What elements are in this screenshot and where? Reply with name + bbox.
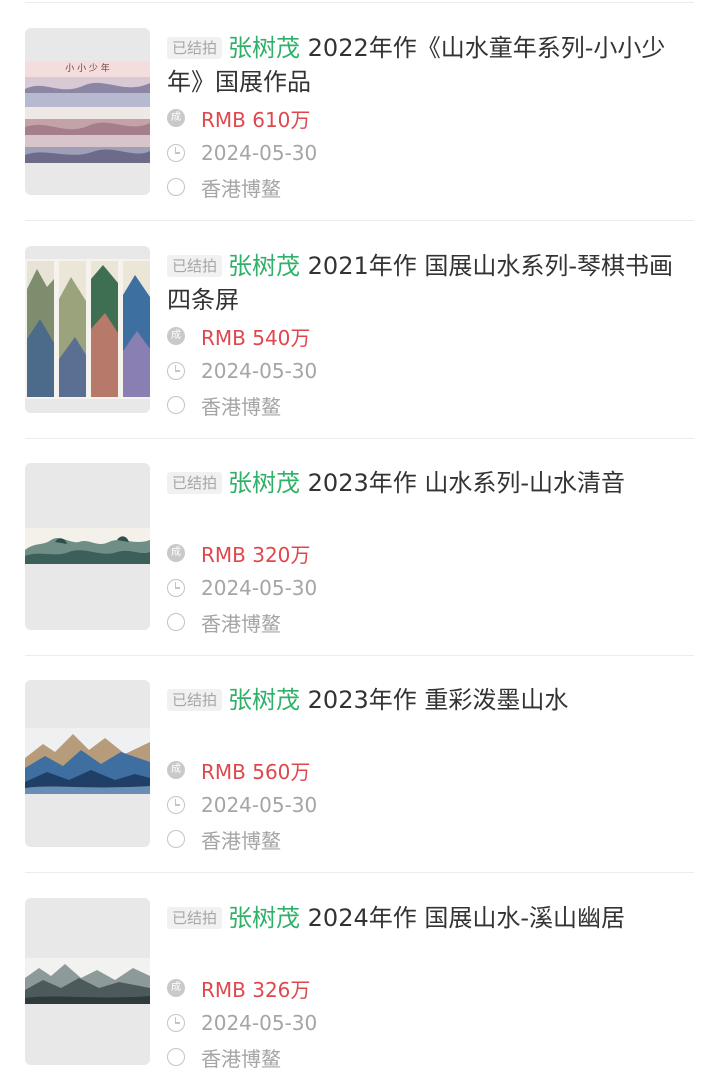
artwork-image	[25, 728, 150, 794]
clock-icon	[167, 144, 185, 162]
location-value: 香港博鳌	[201, 611, 281, 636]
item-title[interactable]: 已结拍 张树茂 2023年作 重彩泼墨山水	[167, 683, 694, 751]
artwork-image	[25, 528, 150, 564]
artwork-caption: 小 小 少 年	[65, 64, 110, 74]
artwork-image	[25, 61, 150, 163]
date-value: 2024-05-30	[201, 1011, 318, 1035]
item-info: 已结拍 张树茂 2023年作 山水系列-山水清音 成 RMB 320万 2024-…	[167, 466, 694, 636]
list-item[interactable]: 小 小 少 年 已结拍 张树茂 2022年作《山水童年系列-小小少年》国展作品 成…	[25, 3, 694, 221]
location-icon	[167, 830, 185, 848]
date-row: 2024-05-30	[167, 788, 317, 822]
location-row: 香港博鳌	[167, 822, 281, 856]
location-value: 香港博鳌	[201, 828, 281, 853]
status-badge: 已结拍	[167, 37, 223, 59]
clock-icon	[167, 579, 185, 597]
item-title[interactable]: 已结拍 张树茂 2023年作 山水系列-山水清音	[167, 466, 694, 534]
deal-icon: 成	[167, 327, 185, 345]
artist-name: 张树茂	[228, 469, 301, 497]
artwork-image	[25, 259, 150, 399]
artwork-title: 2023年作 重彩泼墨山水	[307, 686, 569, 714]
price-value: RMB 610万	[201, 107, 311, 132]
price-value: RMB 320万	[201, 542, 311, 567]
price-row: 成 RMB 326万	[167, 971, 310, 1005]
item-title[interactable]: 已结拍 张树茂 2022年作《山水童年系列-小小少年》国展作品	[167, 31, 694, 99]
date-row: 2024-05-30	[167, 571, 317, 605]
date-row: 2024-05-30	[167, 354, 317, 388]
location-value: 香港博鳌	[201, 176, 281, 201]
list-item[interactable]: 已结拍 张树茂 2023年作 重彩泼墨山水 成 RMB 560万 2024-05-…	[25, 655, 694, 873]
artist-name: 张树茂	[228, 686, 301, 714]
location-row: 香港博鳌	[167, 170, 281, 204]
item-info: 已结拍 张树茂 2022年作《山水童年系列-小小少年》国展作品 成 RMB 610…	[167, 31, 694, 201]
location-icon	[167, 178, 185, 196]
status-badge: 已结拍	[167, 472, 223, 494]
artist-name: 张树茂	[228, 252, 301, 280]
item-info: 已结拍 张树茂 2023年作 重彩泼墨山水 成 RMB 560万 2024-05-…	[167, 683, 694, 853]
item-info: 已结拍 张树茂 2021年作 国展山水系列-琴棋书画四条屏 成 RMB 540万 …	[167, 249, 694, 419]
artwork-image	[25, 958, 150, 1004]
deal-icon: 成	[167, 109, 185, 127]
artwork-thumbnail[interactable]: 小 小 少 年	[25, 28, 150, 195]
location-value: 香港博鳌	[201, 394, 281, 419]
location-row: 香港博鳌	[167, 605, 281, 639]
artist-name: 张树茂	[228, 34, 301, 62]
price-row: 成 RMB 540万	[167, 319, 310, 353]
price-row: 成 RMB 560万	[167, 753, 310, 787]
date-row: 2024-05-30	[167, 1006, 317, 1040]
list-item[interactable]: 已结拍 张树茂 2024年作 国展山水-溪山幽居 成 RMB 326万 2024-…	[25, 873, 694, 1083]
deal-icon: 成	[167, 544, 185, 562]
artwork-thumbnail[interactable]	[25, 463, 150, 630]
price-row: 成 RMB 610万	[167, 101, 310, 135]
list-item[interactable]: 已结拍 张树茂 2021年作 国展山水系列-琴棋书画四条屏 成 RMB 540万 …	[25, 221, 694, 439]
price-value: RMB 326万	[201, 977, 311, 1002]
clock-icon	[167, 362, 185, 380]
location-row: 香港博鳌	[167, 1040, 281, 1074]
deal-icon: 成	[167, 761, 185, 779]
status-badge: 已结拍	[167, 907, 223, 929]
artwork-thumbnail[interactable]	[25, 898, 150, 1065]
location-icon	[167, 613, 185, 631]
location-value: 香港博鳌	[201, 1046, 281, 1071]
clock-icon	[167, 796, 185, 814]
item-title[interactable]: 已结拍 张树茂 2021年作 国展山水系列-琴棋书画四条屏	[167, 249, 694, 317]
price-value: RMB 540万	[201, 325, 311, 350]
date-value: 2024-05-30	[201, 359, 318, 383]
deal-icon: 成	[167, 979, 185, 997]
list-item[interactable]: 已结拍 张树茂 2023年作 山水系列-山水清音 成 RMB 320万 2024-…	[25, 438, 694, 656]
artwork-title: 2024年作 国展山水-溪山幽居	[307, 904, 626, 932]
artist-name: 张树茂	[228, 904, 301, 932]
price-row: 成 RMB 320万	[167, 536, 310, 570]
artwork-thumbnail[interactable]	[25, 680, 150, 847]
price-value: RMB 560万	[201, 759, 311, 784]
item-info: 已结拍 张树茂 2024年作 国展山水-溪山幽居 成 RMB 326万 2024-…	[167, 901, 694, 1071]
status-badge: 已结拍	[167, 689, 223, 711]
date-value: 2024-05-30	[201, 793, 318, 817]
date-value: 2024-05-30	[201, 141, 318, 165]
clock-icon	[167, 1014, 185, 1032]
status-badge: 已结拍	[167, 255, 223, 277]
date-value: 2024-05-30	[201, 576, 318, 600]
item-title[interactable]: 已结拍 张树茂 2024年作 国展山水-溪山幽居	[167, 901, 694, 969]
date-row: 2024-05-30	[167, 136, 317, 170]
location-row: 香港博鳌	[167, 388, 281, 422]
artwork-thumbnail[interactable]	[25, 246, 150, 413]
artwork-title: 2023年作 山水系列-山水清音	[307, 469, 626, 497]
location-icon	[167, 396, 185, 414]
location-icon	[167, 1048, 185, 1066]
